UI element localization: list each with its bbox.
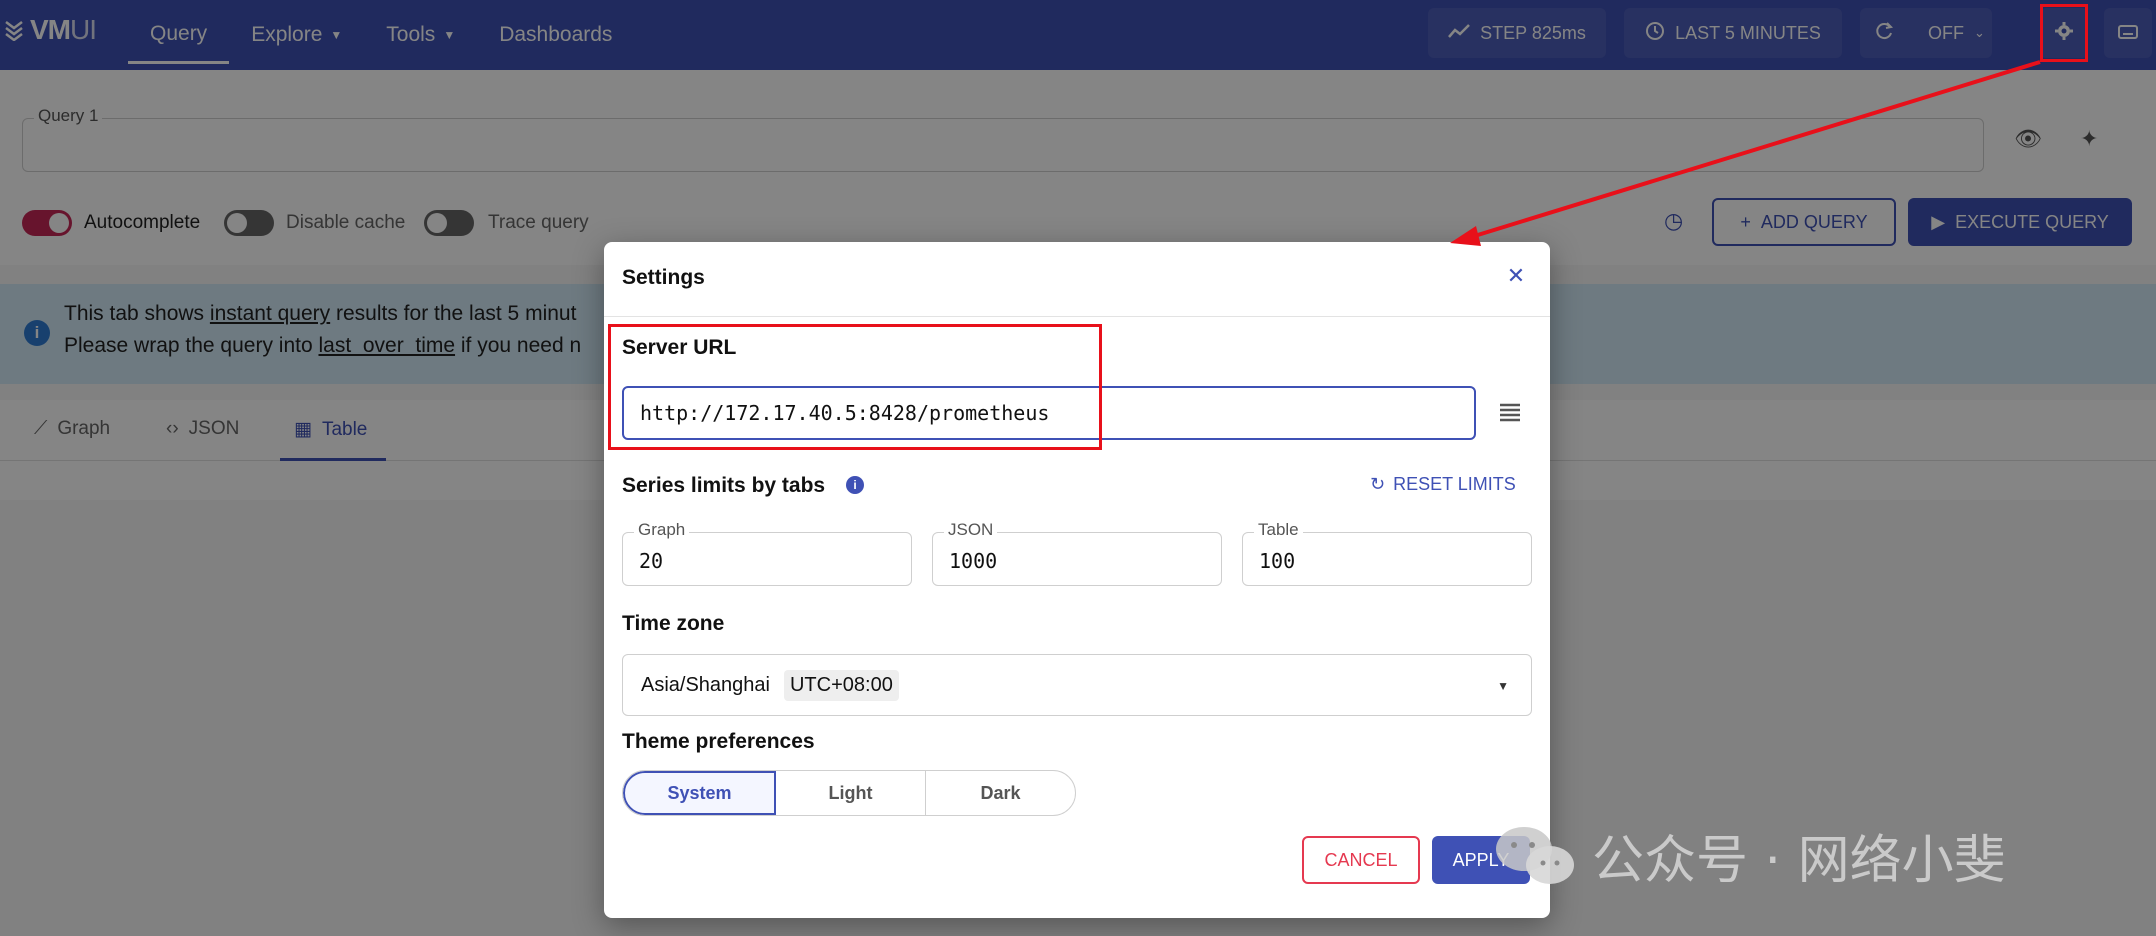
timezone-offset-badge: UTC+08:00 [783,669,899,701]
caret-down-icon: ▼ [1497,679,1509,693]
theme-toggle-group: System Light Dark [622,770,1076,816]
annotation-box-settings [2040,4,2088,62]
info-icon[interactable]: i [846,476,864,494]
table-limit-label: Table [1254,520,1303,540]
timezone-select[interactable]: Asia/Shanghai UTC+08:00 ▼ [622,654,1532,716]
theme-title: Theme preferences [622,730,815,753]
theme-option-light[interactable]: Light [776,771,926,815]
series-limits-title: Series limits by tabs [622,474,826,497]
watermark: 公众号 · 网络小斐 [1494,818,2006,893]
annotation-box-server-url [608,324,1102,450]
wechat-logo-icon [1496,826,1574,884]
theme-option-system[interactable]: System [623,771,776,815]
timezone-value: Asia/Shanghai [641,673,770,696]
graph-limit-label: Graph [634,520,690,540]
reset-limits-button[interactable]: ↻ RESET LIMITS [1370,474,1516,495]
cancel-button[interactable]: CANCEL [1302,836,1420,884]
graph-limit-input[interactable]: 20 [622,532,912,586]
timezone-title: Time zone [622,612,725,635]
list-icon[interactable] [1498,400,1522,424]
watermark-text: 公众号 · 网络小斐 [1592,831,2006,891]
json-limit-input[interactable]: 1000 [932,532,1222,586]
reset-icon: ↻ [1370,474,1386,494]
theme-option-dark[interactable]: Dark [926,771,1075,815]
json-limit-label: JSON [944,520,998,540]
settings-title: Settings [622,266,705,289]
modal-divider [604,316,1550,317]
close-icon[interactable]: ✕ [1500,260,1532,292]
reset-limits-label: RESET LIMITS [1393,474,1516,494]
table-limit-input[interactable]: 100 [1242,532,1532,586]
